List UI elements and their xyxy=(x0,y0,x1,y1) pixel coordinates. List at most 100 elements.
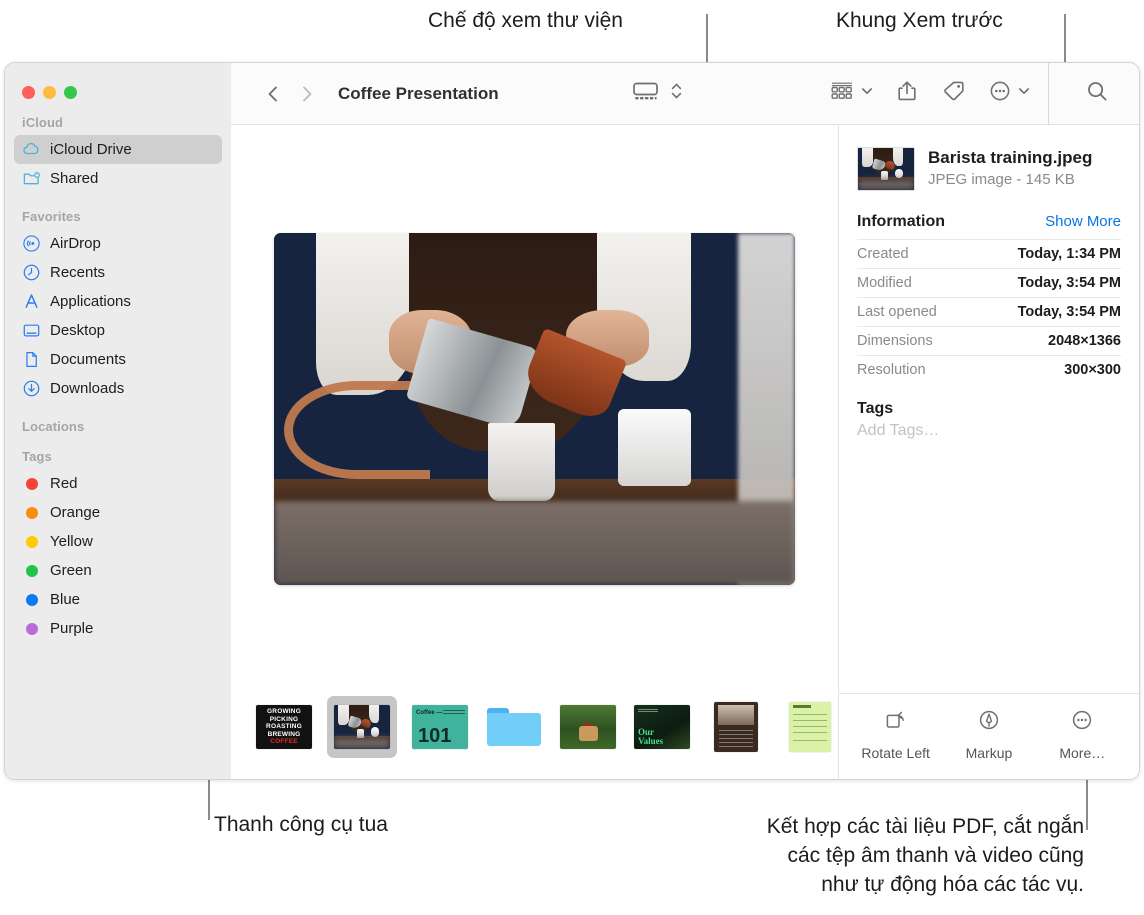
add-tags-input[interactable]: Add Tags… xyxy=(839,420,1139,440)
applications-icon xyxy=(22,292,41,311)
info-key: Created xyxy=(857,246,909,262)
callout-gallery-view: Chế độ xem thư viện xyxy=(428,9,623,32)
show-more-link[interactable]: Show More xyxy=(1045,213,1121,230)
sidebar-item-label: Shared xyxy=(50,170,99,187)
sidebar-item-label: Red xyxy=(50,475,78,492)
sidebar-item-tag-green[interactable]: Green xyxy=(14,556,222,585)
tags-title: Tags xyxy=(857,400,894,417)
tag-dot-icon xyxy=(22,590,41,609)
file-header: Barista training.jpeg JPEG image - 145 K… xyxy=(839,125,1139,191)
sidebar-item-label: Purple xyxy=(50,620,94,637)
tag-dot-icon xyxy=(22,503,41,522)
finder-window: iCloud iCloud Drive Shared Favorites Air… xyxy=(4,62,1140,780)
thumbnail-coffee-poster[interactable]: GROWING PICKING ROASTING BREWING COFFEE xyxy=(253,700,315,754)
sidebar-item-label: Desktop xyxy=(50,322,106,339)
sidebar-section-icloud: iCloud iCloud Drive Shared xyxy=(5,115,231,193)
search-button[interactable] xyxy=(1055,74,1139,114)
sidebar-item-desktop[interactable]: Desktop xyxy=(14,316,222,345)
thumbnail-receipt[interactable] xyxy=(779,700,841,754)
info-value: Today, 3:54 PM xyxy=(1017,275,1121,291)
share-button[interactable] xyxy=(885,74,929,114)
preview-pane: Barista training.jpeg JPEG image - 145 K… xyxy=(839,125,1139,779)
sidebar-item-label: Recents xyxy=(50,264,106,281)
sidebar-item-recents[interactable]: Recents xyxy=(14,258,222,287)
rotate-left-button[interactable]: Rotate Left xyxy=(850,708,942,761)
sidebar-item-airdrop[interactable]: AirDrop xyxy=(14,229,222,258)
minimize-button[interactable] xyxy=(43,86,56,99)
sidebar-section-title-icloud: iCloud xyxy=(22,115,64,130)
sidebar-item-label: iCloud Drive xyxy=(50,141,132,158)
rotate-left-icon xyxy=(883,708,909,737)
callout-toolbar: Thanh công cụ tua xyxy=(214,813,388,836)
up-down-chevron-icon[interactable] xyxy=(670,80,683,107)
sidebar-item-shared[interactable]: Shared xyxy=(14,164,222,193)
callout-bottom-right: Kết hợp các tài liệu PDF, cắt ngắn các t… xyxy=(766,815,1084,896)
info-row-created: Created Today, 1:34 PM xyxy=(857,239,1121,268)
gallery-preview-area: GROWINGPICKINGROASTINGBREWINGCOFFEE xyxy=(231,125,839,779)
close-button[interactable] xyxy=(22,86,35,99)
tag-dot-icon xyxy=(22,619,41,638)
sidebar-section-locations: Locations xyxy=(5,419,231,439)
chevron-down-icon[interactable] xyxy=(1017,84,1031,103)
sidebar-section-title-favorites: Favorites xyxy=(22,209,81,224)
group-items-icon xyxy=(829,80,855,107)
zoom-button[interactable] xyxy=(64,86,77,99)
chevron-down-icon[interactable] xyxy=(860,84,874,103)
forward-button[interactable] xyxy=(290,84,324,104)
info-key: Modified xyxy=(857,275,912,291)
thumbnail-meeting-brochure[interactable] xyxy=(705,700,767,754)
information-section-header: Information Show More xyxy=(839,191,1139,239)
tag-button[interactable] xyxy=(929,74,977,114)
info-key: Last opened xyxy=(857,304,937,320)
info-value: Today, 1:34 PM xyxy=(1017,246,1121,262)
thumbnail-our-values[interactable]: Our Values xyxy=(631,700,693,754)
sidebar: iCloud iCloud Drive Shared Favorites Air… xyxy=(5,63,231,779)
sidebar-item-documents[interactable]: Documents xyxy=(14,345,222,374)
tag-dot-icon xyxy=(22,532,41,551)
info-key: Dimensions xyxy=(857,333,933,349)
sidebar-section-title-tags: Tags xyxy=(22,449,52,464)
thumbnail-coffee-101[interactable]: Coffee —101 xyxy=(409,700,471,754)
sidebar-item-downloads[interactable]: Downloads xyxy=(14,374,222,403)
hero-preview xyxy=(231,125,838,683)
sidebar-item-icloud-drive[interactable]: iCloud Drive xyxy=(14,135,222,164)
sidebar-item-applications[interactable]: Applications xyxy=(14,287,222,316)
preview-actions: Rotate Left Markup More… xyxy=(839,693,1139,779)
thumbnail-berries[interactable] xyxy=(557,700,619,754)
info-row-resolution: Resolution 300×300 xyxy=(857,355,1121,384)
window-content: Coffee Presentation GROWING PICKING ROAS… xyxy=(231,63,1139,779)
search-icon xyxy=(1085,79,1110,109)
file-thumbnail xyxy=(857,147,915,191)
more-actions-button[interactable] xyxy=(977,74,1042,114)
info-value: 2048×1366 xyxy=(1048,333,1121,349)
desktop-icon xyxy=(22,321,41,340)
thumbnail-barista-training[interactable] xyxy=(327,696,397,758)
icloud-icon xyxy=(22,140,41,159)
back-button[interactable] xyxy=(256,84,290,104)
sidebar-item-tag-orange[interactable]: Orange xyxy=(14,498,222,527)
sidebar-section-favorites: Favorites AirDrop Recents Applications D… xyxy=(5,209,231,403)
sidebar-item-tag-blue[interactable]: Blue xyxy=(14,585,222,614)
hero-image[interactable] xyxy=(274,233,795,585)
view-gallery-button[interactable] xyxy=(621,74,694,114)
ellipsis-circle-icon xyxy=(1069,708,1095,737)
group-items-button[interactable] xyxy=(818,74,885,114)
gallery-view-icon xyxy=(632,80,659,107)
tag-dot-icon xyxy=(22,561,41,580)
thumbnail-folder[interactable] xyxy=(483,700,545,754)
toolbar-divider xyxy=(1048,63,1049,125)
markup-button[interactable]: Markup xyxy=(943,708,1035,761)
share-icon xyxy=(896,79,918,108)
panes: GROWINGPICKINGROASTINGBREWINGCOFFEE xyxy=(231,125,1139,779)
traffic-lights xyxy=(5,63,231,99)
more-button[interactable]: More… xyxy=(1036,708,1128,761)
shared-folder-icon xyxy=(22,169,41,188)
information-title: Information xyxy=(857,213,945,230)
callout-preview-pane: Khung Xem trước xyxy=(836,9,1003,32)
sidebar-item-tag-red[interactable]: Red xyxy=(14,469,222,498)
info-row-last-opened: Last opened Today, 3:54 PM xyxy=(857,297,1121,326)
sidebar-item-tag-purple[interactable]: Purple xyxy=(14,614,222,643)
document-icon xyxy=(22,350,41,369)
filmstrip[interactable]: GROWINGPICKINGROASTINGBREWINGCOFFEE xyxy=(231,683,838,779)
sidebar-item-tag-yellow[interactable]: Yellow xyxy=(14,527,222,556)
